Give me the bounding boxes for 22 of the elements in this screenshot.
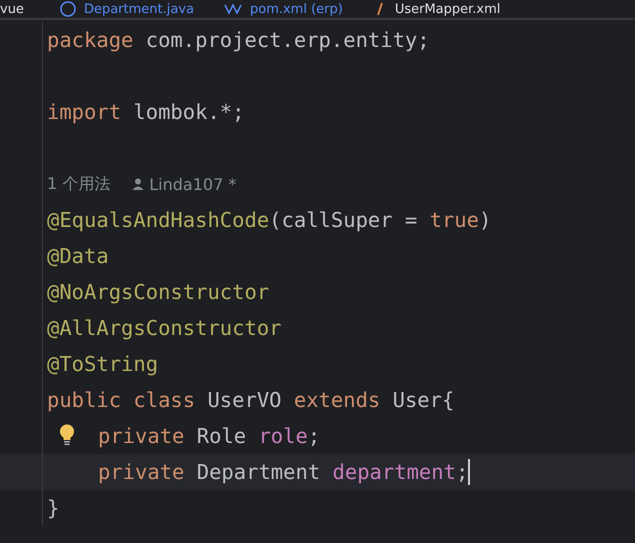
code-line: private Role role;	[98, 424, 320, 448]
code-line: @EqualsAndHashCode(callSuper = true)	[47, 208, 492, 232]
code-line: }	[47, 496, 60, 520]
code-line: public class UserVO extends User{	[47, 388, 454, 412]
code-line: private Department department;	[98, 460, 468, 484]
file-tab[interactable]: pom.xml (erp)	[250, 2, 343, 16]
code-line: @NoArgsConstructor	[47, 280, 270, 304]
code-line: package com.project.erp.entity;	[47, 28, 430, 52]
code-line: @Data	[47, 244, 109, 268]
usages-hint[interactable]: 1 个用法	[47, 174, 110, 194]
text-cursor	[468, 459, 470, 485]
author-hint[interactable]: Linda107 *	[149, 174, 236, 194]
code-line: @AllArgsConstructor	[47, 316, 282, 340]
user-icon	[132, 178, 144, 190]
class-icon	[60, 1, 76, 17]
lightbulb-icon[interactable]	[59, 424, 75, 446]
file-tab[interactable]: Department.java	[84, 2, 194, 16]
maven-icon	[224, 3, 242, 15]
file-tab[interactable]: UserMapper.xml	[394, 2, 500, 16]
code-line: import lombok.*;	[47, 100, 244, 124]
file-tab[interactable]: vue	[0, 2, 24, 16]
code-line: @ToString	[47, 352, 158, 376]
